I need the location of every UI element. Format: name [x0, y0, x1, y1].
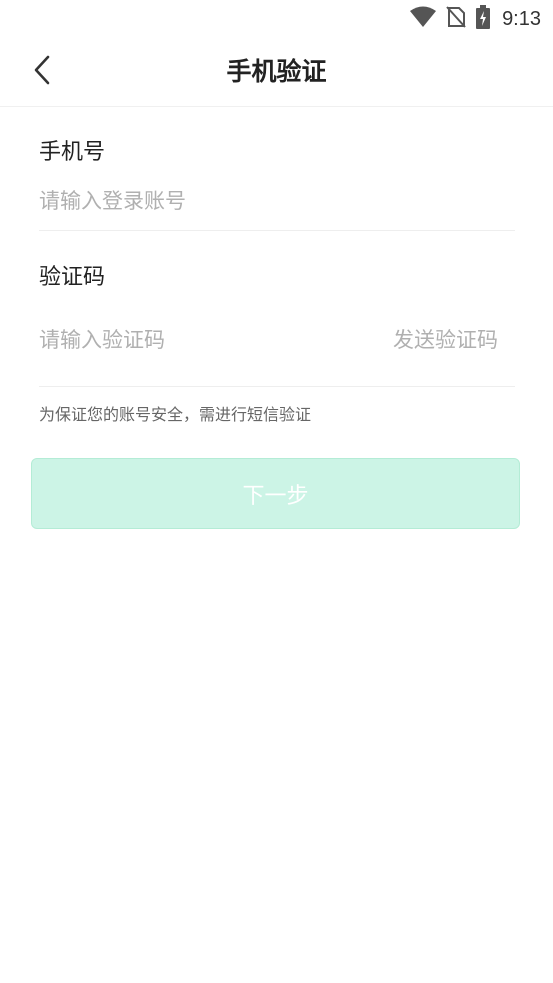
status-icons: 9:13: [410, 5, 541, 33]
code-input[interactable]: [39, 323, 369, 357]
next-button-label: 下一步: [242, 483, 309, 509]
code-divider: [39, 386, 515, 387]
send-code-button[interactable]: 发送验证码: [393, 324, 498, 356]
status-time: 9:13: [502, 7, 541, 30]
status-bar: 9:13: [0, 0, 553, 38]
battery-charging-icon: [476, 5, 491, 33]
code-label: 验证码: [39, 265, 106, 290]
phone-divider: [39, 230, 515, 231]
next-button[interactable]: 下一步: [31, 458, 520, 529]
phone-input[interactable]: [39, 184, 509, 218]
no-sim-icon: [446, 6, 466, 32]
page-title: 手机验证: [226, 57, 327, 86]
phone-label: 手机号: [39, 140, 106, 165]
security-hint: 为保证您的账号安全，需进行短信验证: [39, 405, 312, 424]
wifi-icon: [410, 6, 437, 32]
nav-bar: 手机验证: [0, 38, 553, 107]
